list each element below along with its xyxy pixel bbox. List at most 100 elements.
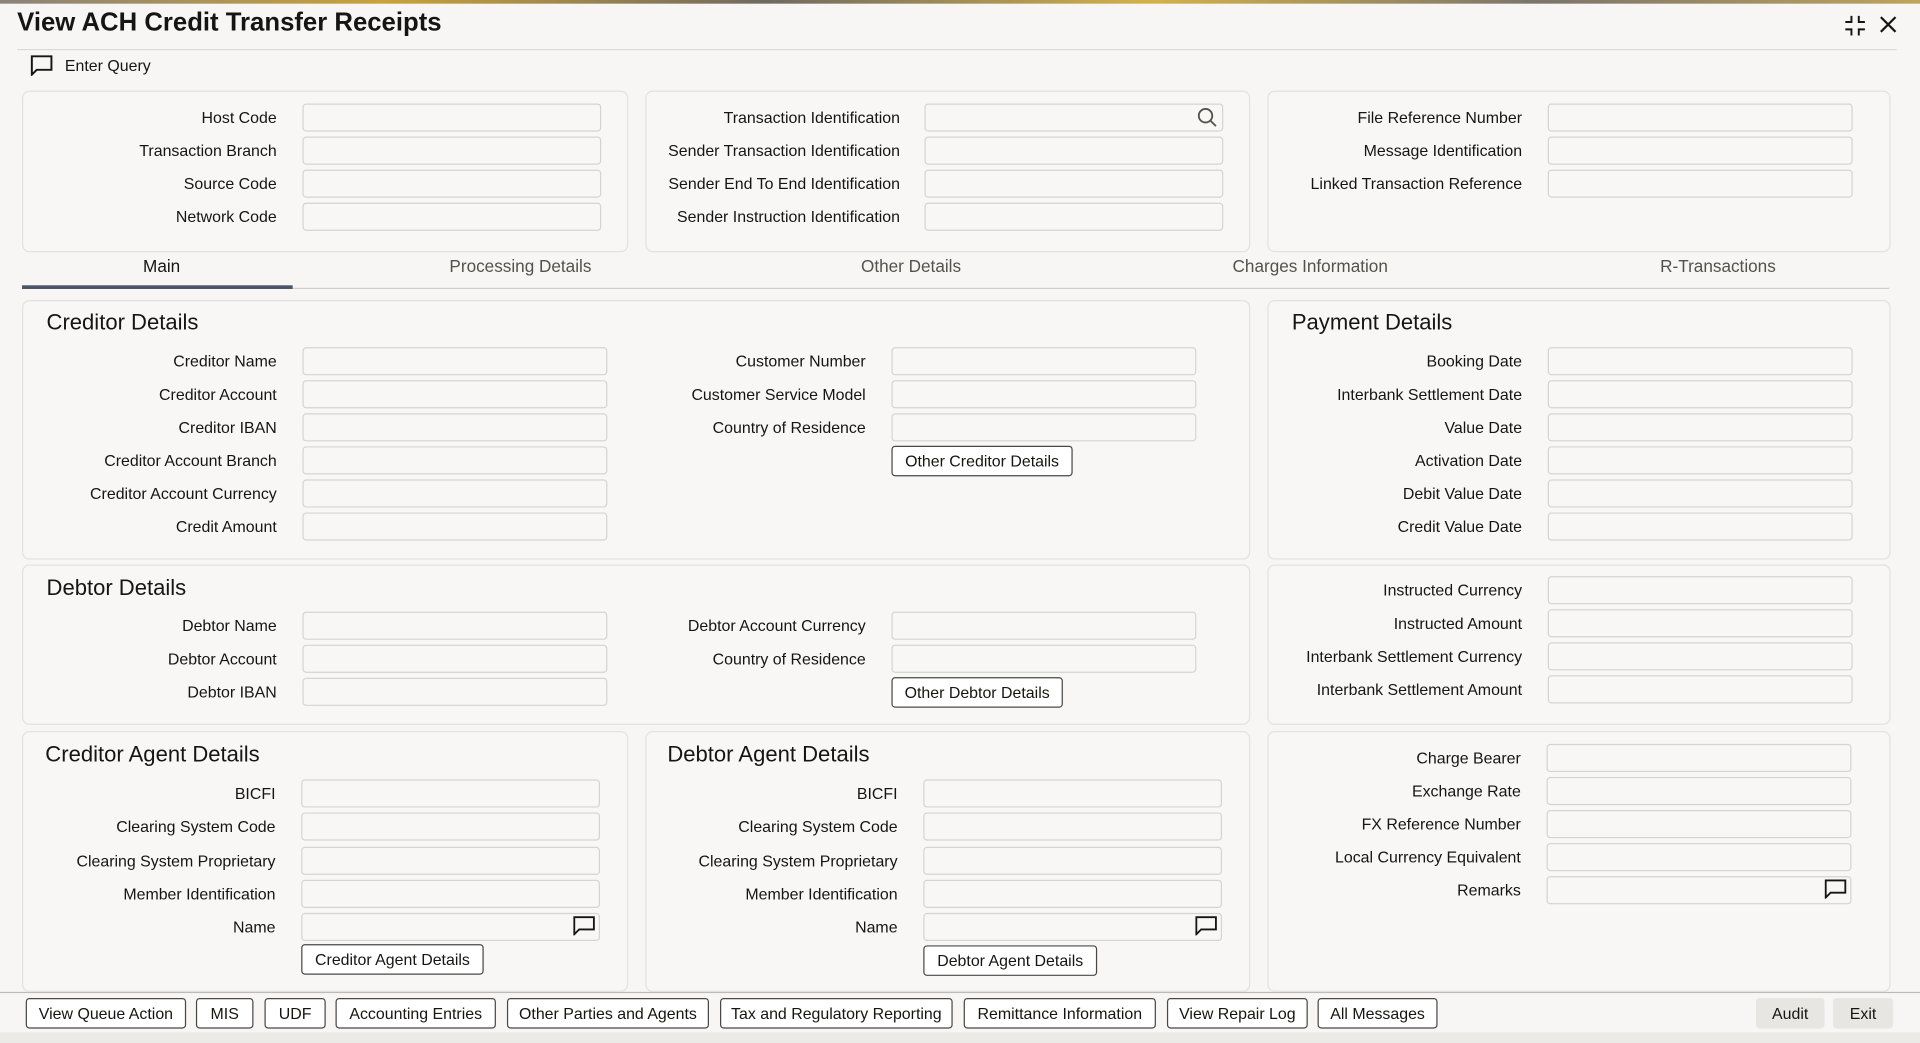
linked-transaction-reference-field[interactable] xyxy=(1547,169,1853,198)
debtor-agent-details-button[interactable]: Debtor Agent Details xyxy=(923,945,1098,976)
booking-date-field[interactable] xyxy=(1547,347,1853,376)
sender-instruction-identification-label: Sender Instruction Identification xyxy=(677,207,901,226)
creditor-account-branch-field[interactable] xyxy=(302,446,608,475)
debtor-account-field[interactable] xyxy=(302,644,608,673)
message-identification-field[interactable] xyxy=(1547,136,1853,165)
customer-service-model-field[interactable] xyxy=(891,380,1197,409)
interbank-settlement-amount-label: Interbank Settlement Amount xyxy=(1316,680,1523,699)
file-reference-number-field[interactable] xyxy=(1547,103,1853,132)
other-creditor-details-button[interactable]: Other Creditor Details xyxy=(891,445,1073,477)
sender-instruction-identification-field[interactable] xyxy=(924,202,1224,231)
sender-end-to-end-identification-field[interactable] xyxy=(924,169,1224,198)
name-field[interactable] xyxy=(301,912,601,942)
audit-button[interactable]: Audit xyxy=(1755,997,1825,1029)
status-strip xyxy=(0,1032,1920,1043)
country-of-residence-label: Country of Residence xyxy=(712,418,866,437)
credit-value-date-label: Credit Value Date xyxy=(1397,517,1523,536)
other-parties-and-agents-button[interactable]: Other Parties and Agents xyxy=(506,997,709,1029)
network-code-label: Network Code xyxy=(175,207,277,226)
network-code-field[interactable] xyxy=(302,202,602,231)
clearing-system-proprietary-field[interactable] xyxy=(301,846,601,875)
name-label: Name xyxy=(855,917,898,937)
member-identification-label: Member Identification xyxy=(745,884,898,904)
clearing-system-code-field[interactable] xyxy=(301,812,601,841)
member-identification-field[interactable] xyxy=(923,879,1223,908)
accounting-entries-button[interactable]: Accounting Entries xyxy=(335,997,496,1029)
tab-processing-details[interactable]: Processing Details xyxy=(449,256,591,276)
clearing-system-code-label: Clearing System Code xyxy=(738,817,898,836)
clearing-system-proprietary-field[interactable] xyxy=(923,846,1223,875)
creditor-name-field[interactable] xyxy=(302,347,608,376)
creditor-iban-field[interactable] xyxy=(302,413,608,442)
bicfi-field[interactable] xyxy=(923,779,1223,808)
customer-number-field[interactable] xyxy=(891,347,1197,376)
tab-other-details[interactable]: Other Details xyxy=(861,256,961,276)
footer-divider xyxy=(0,991,1920,994)
all-messages-button[interactable]: All Messages xyxy=(1317,997,1438,1029)
credit-amount-label: Credit Amount xyxy=(175,517,277,536)
interbank-settlement-currency-field[interactable] xyxy=(1547,642,1853,671)
udf-button[interactable]: UDF xyxy=(264,997,326,1029)
debtor-name-field[interactable] xyxy=(302,611,608,640)
transaction-identification-label: Transaction Identification xyxy=(723,108,901,127)
enter-query-button[interactable]: Enter Query xyxy=(29,54,151,76)
interbank-settlement-amount-field[interactable] xyxy=(1547,675,1853,704)
chat-bubble-icon[interactable] xyxy=(573,916,595,938)
compress-icon[interactable] xyxy=(1843,13,1867,37)
close-icon[interactable] xyxy=(1878,15,1898,35)
interbank-settlement-date-field[interactable] xyxy=(1547,380,1853,409)
creditor-agent-details-button[interactable]: Creditor Agent Details xyxy=(301,944,484,975)
creditor-account-field[interactable] xyxy=(302,380,608,409)
debit-value-date-field[interactable] xyxy=(1547,479,1853,508)
transaction-branch-field[interactable] xyxy=(302,136,602,165)
instructed-amount-field[interactable] xyxy=(1547,609,1853,638)
local-currency-equivalent-field[interactable] xyxy=(1546,843,1852,872)
exchange-rate-field[interactable] xyxy=(1546,776,1852,806)
chat-bubble-icon[interactable] xyxy=(1824,879,1847,901)
transaction-identification-field[interactable] xyxy=(924,103,1224,132)
creditor-account-currency-field[interactable] xyxy=(302,479,608,508)
interbank-settlement-date-label: Interbank Settlement Date xyxy=(1337,385,1523,404)
fx-reference-number-field[interactable] xyxy=(1546,810,1852,839)
credit-value-date-field[interactable] xyxy=(1547,512,1853,541)
tab-r-transactions[interactable]: R-Transactions xyxy=(1660,256,1776,276)
name-field[interactable] xyxy=(923,912,1223,942)
instructed-currency-field[interactable] xyxy=(1547,576,1853,605)
sender-transaction-identification-field[interactable] xyxy=(924,136,1224,165)
tab-divider xyxy=(22,287,1890,289)
source-code-field[interactable] xyxy=(302,169,602,198)
country-of-residence-field[interactable] xyxy=(891,644,1197,673)
activation-date-field[interactable] xyxy=(1547,446,1853,475)
credit-amount-field[interactable] xyxy=(302,512,608,541)
bicfi-label: BICFI xyxy=(856,784,898,803)
title-divider xyxy=(17,48,1897,51)
country-of-residence-field[interactable] xyxy=(891,413,1197,442)
file-reference-number-label: File Reference Number xyxy=(1357,108,1523,127)
chat-bubble-icon[interactable] xyxy=(1195,916,1217,938)
other-debtor-details-button[interactable]: Other Debtor Details xyxy=(891,677,1063,708)
remarks-field[interactable] xyxy=(1546,876,1852,905)
bicfi-field[interactable] xyxy=(301,779,601,808)
member-identification-field[interactable] xyxy=(301,879,601,908)
clearing-system-code-field[interactable] xyxy=(923,812,1223,841)
search-icon[interactable] xyxy=(1196,107,1218,129)
debtor-iban-field[interactable] xyxy=(302,677,608,706)
charge-bearer-field[interactable] xyxy=(1546,743,1852,773)
tab-main[interactable]: Main xyxy=(143,256,180,276)
tax-and-regulatory-reporting-button[interactable]: Tax and Regulatory Reporting xyxy=(720,997,953,1029)
chat-bubble-icon xyxy=(30,55,53,76)
view-repair-log-button[interactable]: View Repair Log xyxy=(1166,997,1308,1029)
country-of-residence-label: Country of Residence xyxy=(712,649,866,668)
host-code-field[interactable] xyxy=(302,103,602,132)
view-ach-credit-transfer-receipts-window: View ACH Credit Transfer Receipts Enter … xyxy=(0,0,1920,1043)
debtor-account-currency-field[interactable] xyxy=(891,611,1197,640)
mis-button[interactable]: MIS xyxy=(195,997,254,1029)
customer-number-label: Customer Number xyxy=(735,352,866,371)
view-queue-action-button[interactable]: View Queue Action xyxy=(25,997,187,1029)
remittance-information-button[interactable]: Remittance Information xyxy=(963,997,1156,1029)
clearing-system-code-label: Clearing System Code xyxy=(116,817,276,836)
interbank-settlement-currency-label: Interbank Settlement Currency xyxy=(1306,647,1523,666)
value-date-field[interactable] xyxy=(1547,413,1853,442)
tab-charges-information[interactable]: Charges Information xyxy=(1233,256,1388,276)
exit-button[interactable]: Exit xyxy=(1833,997,1894,1029)
